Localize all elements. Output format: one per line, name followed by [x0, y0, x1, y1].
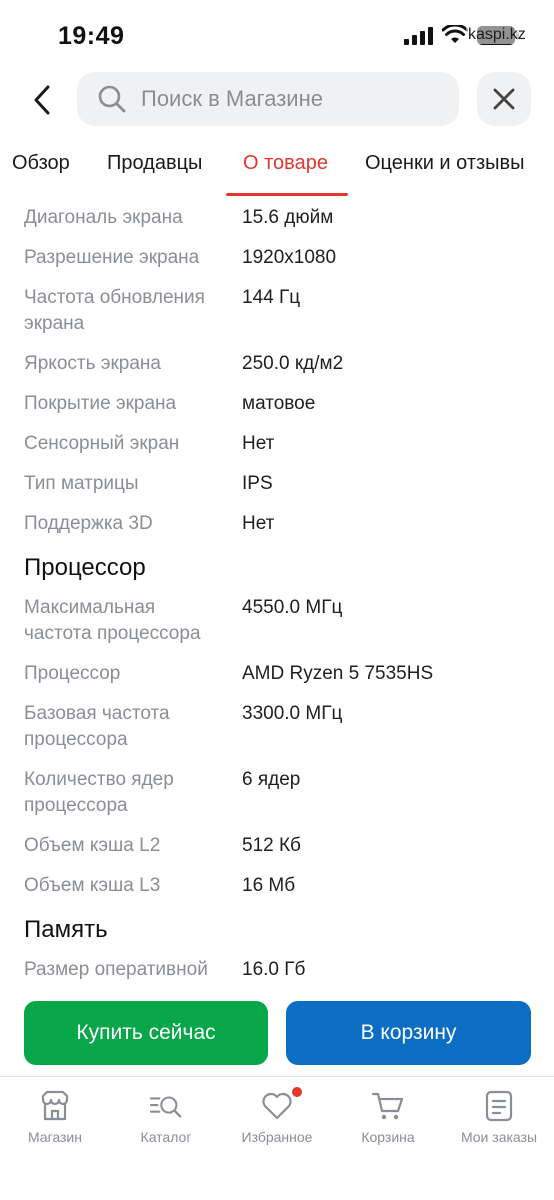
spec-row: Диагональ экрана 15.6 дюйм [0, 205, 554, 231]
orders-icon [482, 1089, 516, 1123]
tab-overview[interactable]: Обзор [12, 152, 70, 175]
buy-now-button[interactable]: Купить сейчас [24, 1001, 268, 1065]
spec-label: Разрешение экрана [24, 247, 200, 268]
spec-value: 16 Мб [242, 875, 296, 896]
nav-item-store[interactable]: Магазин [0, 1089, 110, 1145]
close-button[interactable] [477, 72, 531, 126]
spec-row: Максимальная частота процессора 4550.0 М… [0, 595, 554, 647]
back-button[interactable] [22, 80, 62, 120]
spec-row: Покрытие экрана матовое [0, 391, 554, 417]
spec-row: Базовая частота процессора 3300.0 МГц [0, 701, 554, 753]
signal-icon [404, 27, 434, 45]
spec-row: Тип матрицы IPS [0, 471, 554, 497]
nav-item-orders[interactable]: Мои заказы [444, 1089, 554, 1145]
spec-value: AMD Ryzen 5 7535HS [242, 663, 434, 684]
spec-label: Максимальная частота процессора [24, 597, 201, 644]
status-bar: 19:49 kaspi.kz [0, 0, 554, 70]
tab-reviews[interactable]: Оценки и отзывы [365, 152, 525, 175]
nav-label: Мои заказы [460, 1129, 538, 1145]
tab-sellers[interactable]: Продавцы [107, 152, 202, 175]
spec-row: Количество ядер процессора 6 ядер [0, 767, 554, 819]
spec-value: 15.6 дюйм [242, 207, 334, 228]
spec-value: 4550.0 МГц [242, 597, 343, 618]
spec-label: Яркость экрана [24, 353, 161, 374]
spec-value: 6 ядер [242, 769, 301, 790]
bottom-navigation: Магазин Каталог Избранное Корзина Мои за… [0, 1076, 554, 1200]
spec-row: Объем кэша L2 512 Кб [0, 833, 554, 859]
spec-value: 250.0 кд/м2 [242, 353, 344, 374]
spec-label: Частота обновления экрана [24, 287, 205, 334]
spec-value: Нет [242, 433, 275, 454]
spec-value: матовое [242, 393, 316, 414]
spec-label: Количество ядер процессора [24, 769, 174, 816]
tab-about-product[interactable]: О товаре [243, 152, 328, 175]
section-title-memory: Память [24, 916, 108, 943]
nav-item-favorites[interactable]: Избранное [222, 1087, 332, 1145]
spec-value: 16.0 Гб [242, 959, 306, 980]
heart-icon [260, 1087, 302, 1123]
chevron-left-icon [34, 85, 50, 115]
spec-value: 512 Кб [242, 835, 301, 856]
purchase-actions: Купить сейчас В корзину [24, 1001, 531, 1065]
spec-row: Поддержка 3D Нет [0, 511, 554, 537]
spec-row: Размер оперативной 16.0 Гб [0, 957, 554, 983]
spec-value: Нет [242, 513, 275, 534]
notification-dot [292, 1087, 302, 1097]
wifi-icon [441, 23, 469, 45]
specifications-list: Диагональ экрана 15.6 дюйм Разрешение эк… [0, 198, 554, 983]
store-icon [38, 1089, 72, 1123]
spec-row: Разрешение экрана 1920x1080 [0, 245, 554, 271]
spec-label: Тип матрицы [24, 473, 139, 494]
spec-label: Объем кэша L3 [24, 875, 161, 896]
cart-icon [371, 1089, 405, 1123]
search-input[interactable] [127, 72, 459, 126]
catalog-search-icon [149, 1089, 183, 1123]
spec-row: Частота обновления экрана 144 Гц [0, 285, 554, 337]
active-tab-indicator [226, 193, 348, 196]
nav-label: Каталог [140, 1129, 192, 1145]
spec-label: Покрытие экрана [24, 393, 177, 414]
watermark-text: kaspi.kz [466, 26, 528, 44]
product-tabs: Обзор Продавцы О товаре Оценки и отзывы [0, 140, 554, 196]
spec-label: Сенсорный экран [24, 433, 180, 454]
status-time: 19:49 [58, 22, 125, 50]
search-icon [97, 84, 127, 114]
nav-label: Избранное [241, 1129, 313, 1145]
close-icon [493, 88, 515, 110]
spec-label: Размер оперативной [24, 959, 208, 980]
spec-label: Процессор [24, 663, 121, 684]
spec-value: 3300.0 МГц [242, 703, 343, 724]
nav-label: Корзина [361, 1129, 415, 1145]
spec-row: Процессор AMD Ryzen 5 7535HS [0, 661, 554, 687]
spec-row: Сенсорный экран Нет [0, 431, 554, 457]
spec-row: Яркость экрана 250.0 кд/м2 [0, 351, 554, 377]
spec-label: Базовая частота процессора [24, 703, 170, 750]
section-title-processor: Процессор [24, 554, 146, 581]
search-bar[interactable] [77, 72, 459, 126]
spec-label: Объем кэша L2 [24, 835, 161, 856]
header [0, 72, 554, 128]
nav-item-cart[interactable]: Корзина [333, 1089, 443, 1145]
nav-label: Магазин [27, 1129, 82, 1145]
spec-label: Поддержка 3D [24, 513, 153, 534]
nav-item-catalog[interactable]: Каталог [111, 1089, 221, 1145]
spec-label: Диагональ экрана [24, 207, 183, 228]
spec-value: 144 Гц [242, 287, 301, 308]
add-to-cart-button[interactable]: В корзину [286, 1001, 531, 1065]
spec-row: Объем кэша L3 16 Мб [0, 873, 554, 899]
spec-value: IPS [242, 473, 273, 494]
spec-value: 1920x1080 [242, 247, 337, 268]
